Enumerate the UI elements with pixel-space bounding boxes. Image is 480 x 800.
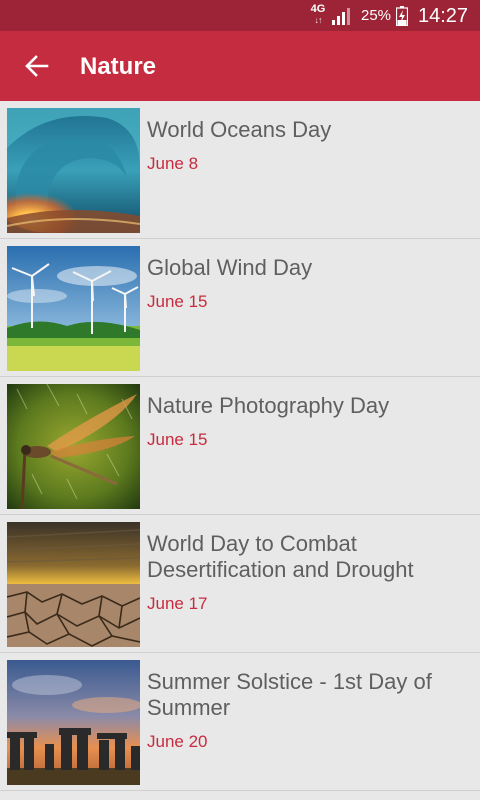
event-date: June 20 bbox=[147, 732, 208, 751]
list-item[interactable]: Summer Solstice - 1st Day of Summer June… bbox=[0, 653, 480, 791]
list-item[interactable]: World Day to Combat Desertification and … bbox=[0, 515, 480, 653]
battery-charging-icon bbox=[395, 6, 409, 27]
list-item[interactable]: World Oceans Day June 8 bbox=[0, 101, 480, 239]
status-bar: 4G ↓↑ 25% 14:27 bbox=[0, 0, 480, 31]
event-title: World Day to Combat Desertification and … bbox=[147, 531, 414, 582]
network-type: 4G bbox=[310, 3, 326, 15]
ocean-wave-image bbox=[7, 108, 140, 233]
wind-turbines-image bbox=[7, 246, 140, 371]
battery-percent: 25% bbox=[361, 7, 392, 24]
event-date: June 15 bbox=[147, 292, 208, 311]
list-item[interactable]: Nature Photography Day June 15 bbox=[0, 377, 480, 515]
event-date: June 15 bbox=[147, 430, 208, 449]
event-title: Nature Photography Day bbox=[147, 393, 390, 418]
clock: 14:27 bbox=[418, 5, 469, 27]
app-bar: Nature bbox=[0, 31, 480, 101]
data-arrows-icon: ↓↑ bbox=[314, 15, 323, 25]
event-title: World Oceans Day bbox=[147, 117, 332, 142]
event-date: June 17 bbox=[147, 594, 208, 613]
arrow-left-icon bbox=[25, 55, 49, 77]
list-item[interactable]: Global Wind Day June 15 bbox=[0, 239, 480, 377]
cracked-desert-image bbox=[7, 522, 140, 647]
back-button[interactable] bbox=[14, 45, 60, 87]
event-title: Summer Solstice - 1st Day of Summer bbox=[147, 669, 432, 720]
stonehenge-image bbox=[7, 660, 140, 785]
dragonfly-image bbox=[7, 384, 140, 509]
event-list: World Oceans Day June 8 Global Wind Day … bbox=[0, 101, 480, 791]
event-title: Global Wind Day bbox=[147, 255, 313, 280]
network-indicator: 4G ↓↑ bbox=[308, 3, 328, 27]
page-title: Nature bbox=[80, 53, 157, 80]
signal-icon bbox=[331, 6, 353, 26]
event-date: June 8 bbox=[147, 154, 199, 173]
